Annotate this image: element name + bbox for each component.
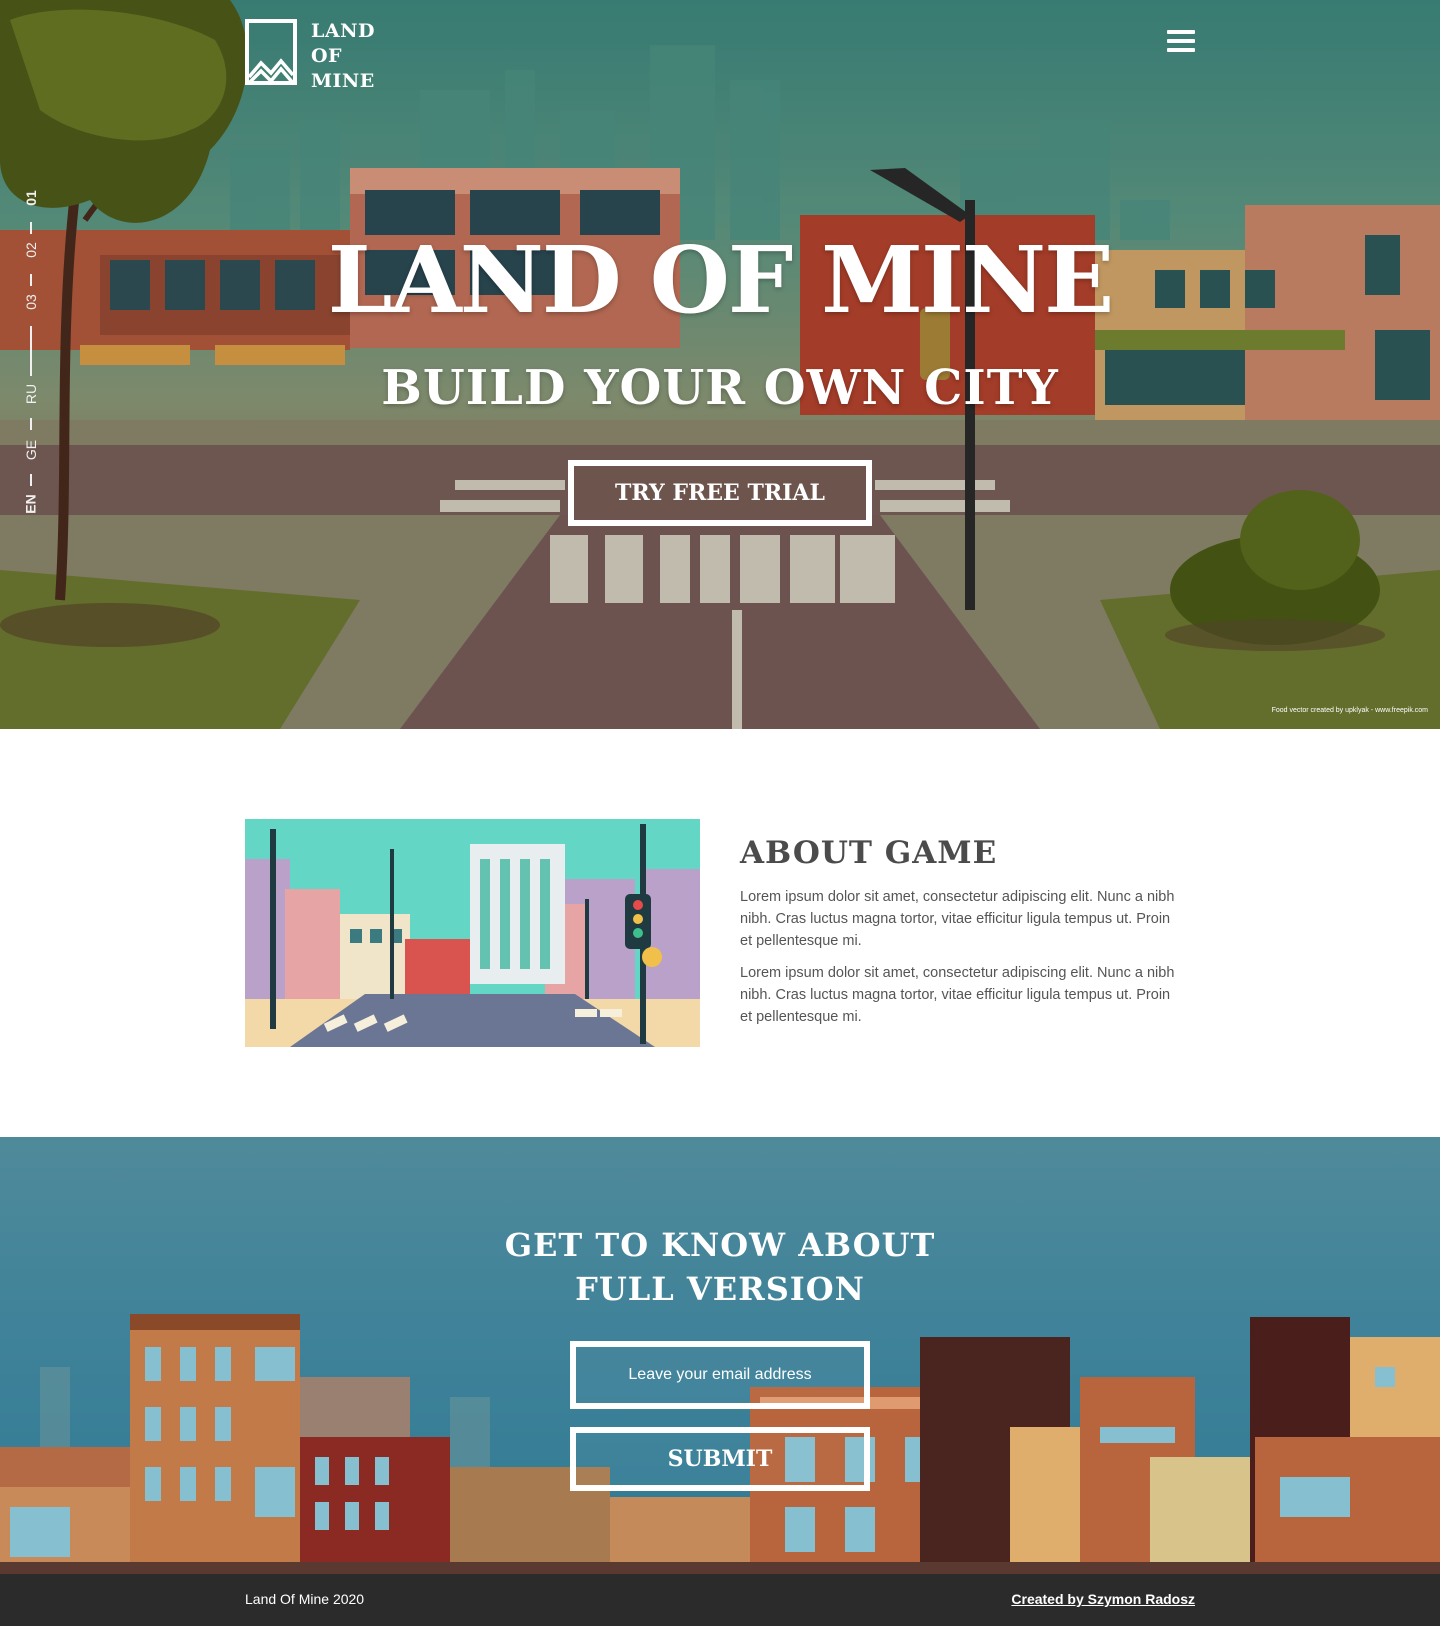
hero-subtitle: BUILD YOUR OWN CITY: [381, 360, 1059, 416]
rail-divider: [30, 418, 32, 430]
email-input[interactable]: [576, 1347, 864, 1403]
footer-copyright: Land Of Mine 2020: [245, 1591, 365, 1607]
about-title: ABOUT GAME: [740, 835, 998, 871]
signup-title: GET TO KNOW ABOUT FULL VERSION: [0, 1223, 1440, 1311]
signup-title-line-2: FULL VERSION: [575, 1270, 865, 1308]
about-section: ABOUT GAME Lorem ipsum dolor sit amet, c…: [0, 729, 1440, 1137]
city-intersection-illustration: [245, 819, 700, 1047]
language-label-en: EN: [22, 494, 39, 514]
hero-title: LAND OF MINE: [327, 226, 1115, 334]
section-label-01: 01: [22, 190, 39, 206]
site-footer: Land Of Mine 2020 Created by Szymon Rado…: [0, 1574, 1440, 1626]
language-label-ge: GE: [22, 439, 39, 461]
image-credit[interactable]: Food vector created by upklyak - www.fre…: [1272, 707, 1428, 714]
logo-line-3: MINE: [311, 70, 375, 92]
email-field-wrapper: [570, 1341, 870, 1409]
signup-section: GET TO KNOW ABOUT FULL VERSION SUBMIT: [0, 1137, 1440, 1574]
logo-wordmark: LAND OF MINE: [311, 19, 375, 94]
section-link-01[interactable]: 01: [16, 190, 46, 214]
logo-line-1: LAND: [311, 20, 375, 42]
try-free-trial-button[interactable]: TRY FREE TRIAL: [568, 460, 872, 526]
hero-section: LAND OF MINE 01 02 03 RU GE EN LAND OF M…: [0, 0, 1440, 729]
rail-divider: [30, 474, 32, 486]
hamburger-menu-icon[interactable]: [1167, 30, 1195, 54]
language-ge[interactable]: GE: [16, 439, 46, 466]
signup-title-line-1: GET TO KNOW ABOUT: [504, 1226, 936, 1264]
logo-line-2: OF: [311, 45, 343, 67]
language-en[interactable]: EN: [16, 494, 46, 520]
author-link[interactable]: Created by Szymon Radosz: [1011, 1591, 1195, 1607]
submit-button[interactable]: SUBMIT: [570, 1427, 870, 1491]
site-logo[interactable]: LAND OF MINE: [245, 19, 375, 94]
mountain-frame-logo-icon: [245, 19, 297, 85]
about-paragraph-1: Lorem ipsum dolor sit amet, consectetur …: [740, 889, 1175, 949]
about-paragraph-2: Lorem ipsum dolor sit amet, consectetur …: [740, 965, 1175, 1025]
